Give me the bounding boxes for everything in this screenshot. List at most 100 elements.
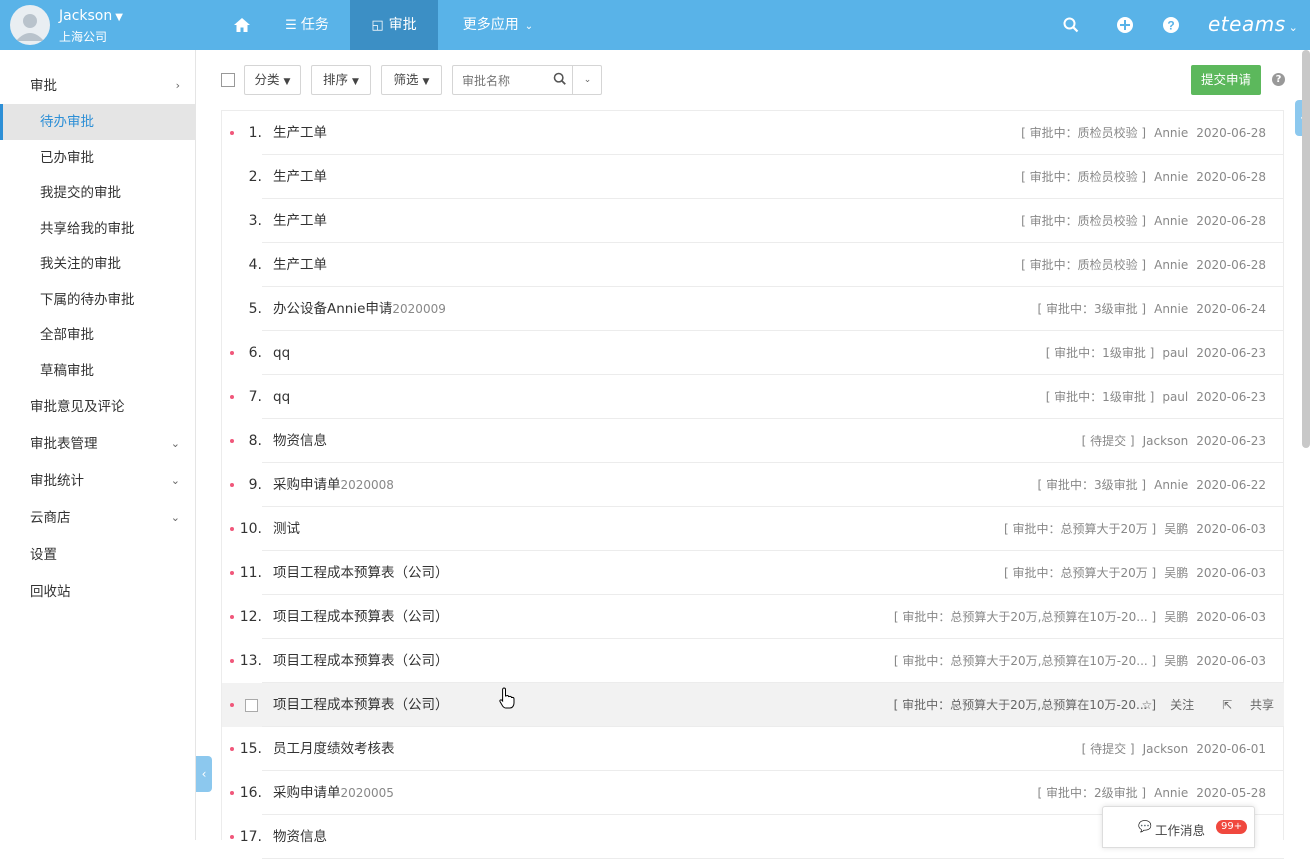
sidebar-item-label: 设置 <box>30 547 57 563</box>
sidebar-item-label: 待办审批 <box>40 114 94 130</box>
row-title[interactable]: 采购申请单2020008 <box>273 463 394 507</box>
row-code: 2020009 <box>392 302 446 316</box>
list-item[interactable]: 8. 物资信息 [ 待提交 ] Jackson 2020-06-23 <box>222 419 1284 463</box>
row-number: 1. <box>248 125 262 141</box>
filter-dropdown[interactable]: 筛选 ▼ <box>381 65 442 95</box>
row-person: Annie <box>1154 126 1189 140</box>
sort-dropdown[interactable]: 排序 ▼ <box>311 65 371 95</box>
list-item[interactable]: 13. 项目工程成本预算表（公司） [ 审批中：总预算大于20万,总预算在10万-2… <box>222 639 1284 683</box>
sidebar-item-label: 我提交的审批 <box>40 185 121 201</box>
list-item[interactable]: 10. 测试 [ 审批中：总预算大于20万 ] 吴鹏 2020-06-03 <box>222 507 1284 551</box>
share-icon: ⇱ <box>1222 698 1233 712</box>
list-item[interactable]: 5. 办公设备Annie申请2020009 [ 审批中：3级审批 ] Annie 202… <box>222 287 1284 331</box>
row-title[interactable]: 物资信息 <box>273 815 327 859</box>
sidebar-item[interactable]: 共享给我的审批 <box>0 211 195 247</box>
filter-label: 筛选 <box>393 72 419 87</box>
row-status: [ 待提交 ] <box>1081 742 1135 756</box>
sidebar-item[interactable]: 已办审批 <box>0 140 195 176</box>
row-title[interactable]: qq <box>273 375 290 419</box>
nav-more-apps[interactable]: 更多应用 ⌄ <box>448 0 548 50</box>
share-button[interactable]: ⇱ 共享 <box>1208 698 1274 712</box>
category-dropdown[interactable]: 分类 ▼ <box>244 65 301 95</box>
sidebar-item[interactable]: 待办审批 <box>0 104 195 140</box>
row-date: 2020-06-01 <box>1196 742 1266 756</box>
row-title[interactable]: qq <box>273 331 290 375</box>
add-icon[interactable] <box>1115 15 1135 35</box>
row-title[interactable]: 项目工程成本预算表（公司） <box>273 551 449 595</box>
row-title[interactable]: 项目工程成本预算表（公司） <box>273 683 449 727</box>
search-input[interactable] <box>453 66 559 96</box>
list-item[interactable]: 项目工程成本预算表（公司）[ 审批中：总预算大于20万,总预算在10万-20..… <box>222 683 1284 727</box>
chevron-left-icon: ‹ <box>201 767 207 781</box>
sidebar-item[interactable]: 我关注的审批 <box>0 246 195 282</box>
avatar[interactable] <box>10 5 50 45</box>
row-meta: [ 审批中：质检员校验 ] Annie 2020-06-28 <box>1021 243 1266 287</box>
row-title[interactable]: 办公设备Annie申请2020009 <box>273 287 446 331</box>
row-title[interactable]: 生产工单 <box>273 199 327 243</box>
row-title[interactable]: 生产工单 <box>273 155 327 199</box>
collapse-sidebar-button[interactable]: ‹ <box>196 756 212 792</box>
row-title-text: 生产工单 <box>273 169 327 185</box>
row-title[interactable]: 员工月度绩效考核表 <box>273 727 395 771</box>
sidebar-item[interactable]: 草稿审批 <box>0 353 195 389</box>
list-item[interactable]: 15. 员工月度绩效考核表 [ 待提交 ] Jackson 2020-06-01 <box>222 727 1284 771</box>
brand-menu[interactable]: eteams ⌄ <box>1208 12 1298 36</box>
sidebar-item[interactable]: 下属的待办审批 <box>0 282 195 318</box>
list-item[interactable]: 2. 生产工单 [ 审批中：质检员校验 ] Annie 2020-06-28 <box>222 155 1284 199</box>
row-title[interactable]: 生产工单 <box>273 111 327 155</box>
user-menu[interactable]: Jackson ▼ <box>59 8 123 24</box>
nav-task[interactable]: ☰ 任务 <box>272 0 342 50</box>
sidebar-item[interactable]: 审批意见及评论 <box>0 389 195 425</box>
submit-application-button[interactable]: 提交申请 <box>1191 65 1261 95</box>
row-meta: [ 审批中：3级审批 ] Annie 2020-06-22 <box>1037 463 1266 507</box>
list-item[interactable]: 4. 生产工单 [ 审批中：质检员校验 ] Annie 2020-06-28 <box>222 243 1284 287</box>
search-icon[interactable] <box>1061 15 1081 35</box>
list-item[interactable]: 12. 项目工程成本预算表（公司） [ 审批中：总预算大于20万,总预算在10万-2… <box>222 595 1284 639</box>
row-title[interactable]: 项目工程成本预算表（公司） <box>273 639 449 683</box>
row-title[interactable]: 采购申请单2020005 <box>273 771 394 815</box>
sidebar-item[interactable]: 设置 <box>0 537 195 573</box>
row-checkbox[interactable] <box>245 699 258 712</box>
unread-badge: 99+ <box>1216 820 1248 834</box>
row-title-text: qq <box>273 389 291 405</box>
sidebar-item-label: 审批表管理 <box>30 436 98 452</box>
help-icon[interactable]: ? <box>1272 73 1285 86</box>
row-status: [ 审批中：1级审批 ] <box>1045 390 1155 404</box>
follow-button[interactable]: ☆ 关注 <box>1127 698 1194 712</box>
list-item[interactable]: 3. 生产工单 [ 审批中：质检员校验 ] Annie 2020-06-28 <box>222 199 1284 243</box>
list-item[interactable]: 9. 采购申请单2020008 [ 审批中：3级审批 ] Annie 2020-06-2… <box>222 463 1284 507</box>
share-label: 共享 <box>1249 698 1274 712</box>
work-messages-button[interactable]: 💬 工作消息 99+ <box>1102 806 1255 848</box>
list-item[interactable]: 1. 生产工单 [ 审批中：质检员校验 ] Annie 2020-06-28 <box>222 111 1284 155</box>
sidebar-item[interactable]: 回收站 <box>0 574 195 610</box>
search-options-dropdown[interactable]: ⌄ <box>572 66 602 94</box>
help-icon[interactable]: ? <box>1161 15 1181 35</box>
unread-dot <box>230 351 234 355</box>
sidebar-item[interactable]: 审批表管理 ⌄ <box>0 426 195 462</box>
nav-approve[interactable]: ◱ 审批 <box>350 0 438 50</box>
user-avatar-icon <box>16 14 44 41</box>
row-meta: [ 待提交 ] Jackson 2020-06-01 <box>1082 727 1266 771</box>
row-title[interactable]: 测试 <box>273 507 300 551</box>
list-item[interactable]: 7. qq [ 审批中：1级审批 ] paul 2020-06-23 <box>222 375 1284 419</box>
nav-home[interactable] <box>221 0 263 50</box>
list-item[interactable]: 11. 项目工程成本预算表（公司） [ 审批中：总预算大于20万 ] 吴鹏 2020-0… <box>222 551 1284 595</box>
search-icon[interactable] <box>553 72 567 90</box>
row-title[interactable]: 生产工单 <box>273 243 327 287</box>
sidebar-item[interactable]: 审批 › <box>0 68 195 104</box>
scrollbar[interactable] <box>1302 50 1310 448</box>
row-person: paul <box>1162 390 1189 404</box>
select-all-checkbox[interactable] <box>221 73 235 87</box>
list-item[interactable]: 6. qq [ 审批中：1级审批 ] paul 2020-06-23 <box>222 331 1284 375</box>
sidebar-item[interactable]: 我提交的审批 <box>0 175 195 211</box>
row-number: 7. <box>248 389 262 405</box>
row-title[interactable]: 物资信息 <box>273 419 327 463</box>
row-person: 吴鹏 <box>1164 654 1189 668</box>
sort-label: 排序 <box>323 72 349 87</box>
sidebar-item[interactable]: 审批统计 ⌄ <box>0 463 195 499</box>
sidebar-item[interactable]: 全部审批 <box>0 317 195 353</box>
row-date: 2020-06-03 <box>1196 610 1266 624</box>
sidebar-item[interactable]: 云商店 ⌄ <box>0 500 195 536</box>
row-date: 2020-06-28 <box>1196 258 1266 272</box>
row-title[interactable]: 项目工程成本预算表（公司） <box>273 595 449 639</box>
